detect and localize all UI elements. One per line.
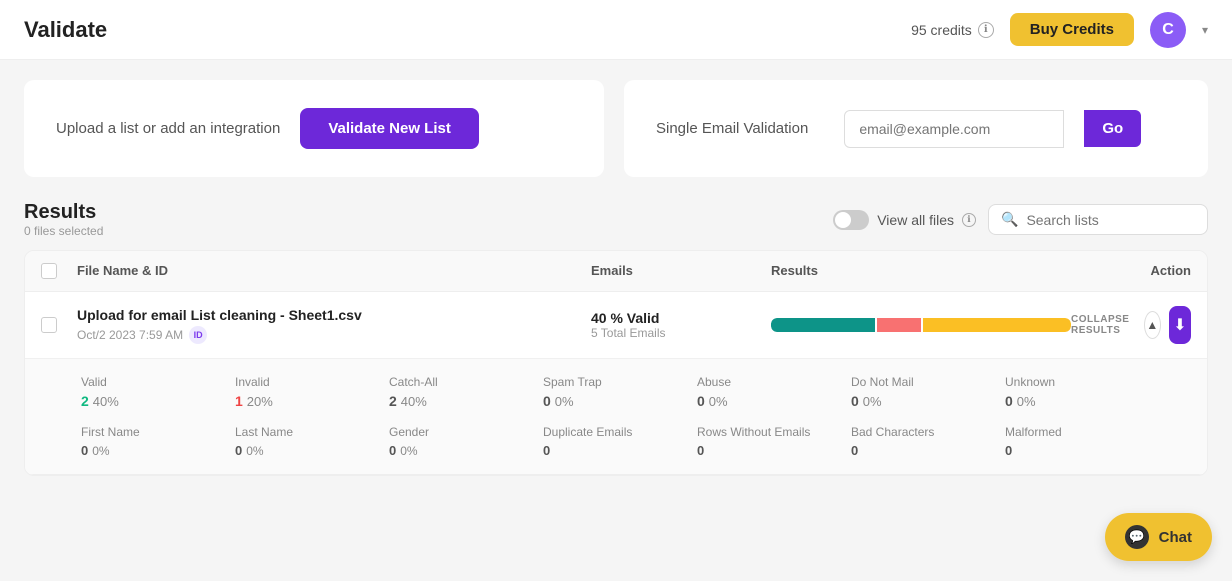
search-input[interactable] [1026,212,1186,228]
collapse-chevron-button[interactable]: ▲ [1144,311,1161,339]
stat-malformed: Malformed 0 [1005,425,1151,458]
email-validation-card: Single Email Validation Go [624,80,1208,177]
chevron-down-icon[interactable]: ▾ [1202,23,1208,37]
view-all-toggle-area: View all files ℹ [833,210,976,230]
chat-label: Chat [1159,529,1192,546]
stat-unknown: Unknown 0 0% [1005,375,1151,409]
invalid-bar [877,318,921,332]
total-emails: 5 Total Emails [591,326,771,340]
stat-rows-without-emails: Rows Without Emails 0 [697,425,843,458]
chat-button[interactable]: 💬 Chat [1105,513,1212,561]
stat-gender: Gender 0 0% [389,425,535,458]
id-badge[interactable]: ID [189,326,207,344]
header-filename: File Name & ID [77,263,591,279]
results-title-area: Results 0 files selected [24,201,833,238]
files-selected: 0 files selected [24,224,833,238]
chat-icon: 💬 [1125,525,1149,549]
credits-amount: 95 credits [911,22,972,38]
credits-info-icon[interactable]: ℹ [978,22,994,38]
file-info-cell: Upload for email List cleaning - Sheet1.… [77,307,591,344]
search-box: 🔍 [988,204,1208,235]
stat-bad-characters: Bad Characters 0 [851,425,997,458]
stat-abuse: Abuse 0 0% [697,375,843,409]
file-name: Upload for email List cleaning - Sheet1.… [77,307,591,323]
search-icon: 🔍 [1001,211,1018,228]
email-input[interactable] [844,110,1064,148]
view-all-toggle[interactable] [833,210,869,230]
results-table: File Name & ID Emails Results Action Upl… [24,250,1208,476]
row-checkbox[interactable] [41,317,57,333]
action-cell: COLLAPSE RESULTS ▲ ⬇ [1071,306,1191,344]
header-emails: Emails [591,263,771,279]
stat-donotmail: Do Not Mail 0 0% [851,375,997,409]
single-email-label: Single Email Validation [656,120,808,137]
header-action: Action [1071,263,1191,279]
progress-cell [771,318,1071,332]
stat-duplicate-emails: Duplicate Emails 0 [543,425,689,458]
table-header-row: File Name & ID Emails Results Action [25,251,1207,292]
results-controls: View all files ℹ 🔍 [833,204,1208,235]
row-main: Upload for email List cleaning - Sheet1.… [25,292,1207,359]
upload-text: Upload a list or add an integration [56,120,280,137]
header-results: Results [771,263,1071,279]
validate-new-list-button[interactable]: Validate New List [300,108,479,149]
table-row: Upload for email List cleaning - Sheet1.… [25,292,1207,475]
file-date: Oct/2 2023 7:59 AM [77,328,183,342]
avatar-button[interactable]: C [1150,12,1186,48]
valid-percent: 40 % Valid [591,310,771,326]
extra-stats-row: First Name 0 0% Last Name 0 0% [81,425,1151,458]
select-all-checkbox[interactable] [41,263,57,279]
download-button[interactable]: ⬇ [1169,306,1191,344]
stat-invalid: Invalid 1 20% [235,375,381,409]
header-checkbox-cell [41,263,77,279]
catchall-bar [923,318,1071,332]
valid-bar [771,318,875,332]
collapse-results-button[interactable]: COLLAPSE RESULTS [1071,314,1136,336]
main-stats-row: Valid 2 40% Invalid 1 20% [81,375,1151,409]
header: Validate 95 credits ℹ Buy Credits C ▾ [0,0,1232,60]
emails-cell: 40 % Valid 5 Total Emails [591,310,771,340]
file-meta: Oct/2 2023 7:59 AM ID [77,326,591,344]
go-button[interactable]: Go [1084,110,1141,147]
credits-area: 95 credits ℹ [911,22,994,38]
stat-spamtrap: Spam Trap 0 0% [543,375,689,409]
toggle-knob [835,212,851,228]
view-all-info-icon[interactable]: ℹ [962,213,976,227]
stat-valid: Valid 2 40% [81,375,227,409]
buy-credits-button[interactable]: Buy Credits [1010,13,1134,46]
stats-section: Valid 2 40% Invalid 1 20% [25,359,1207,475]
view-all-label: View all files [877,212,954,228]
results-header: Results 0 files selected View all files … [24,201,1208,238]
progress-bar [771,318,1071,332]
main-content: Upload a list or add an integration Vali… [0,60,1232,496]
stat-lastname: Last Name 0 0% [235,425,381,458]
upload-card: Upload a list or add an integration Vali… [24,80,604,177]
row-checkbox-cell [41,317,77,333]
results-title: Results [24,201,833,224]
top-cards: Upload a list or add an integration Vali… [24,80,1208,177]
stat-catchall: Catch-All 2 40% [389,375,535,409]
app-title: Validate [24,17,895,43]
stat-firstname: First Name 0 0% [81,425,227,458]
